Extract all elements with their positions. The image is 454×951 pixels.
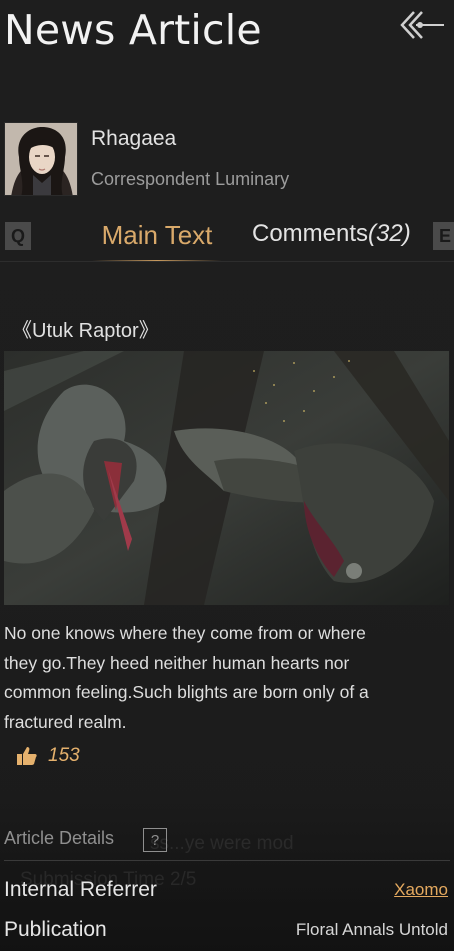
internal-referrer-link[interactable]: Xaomo	[394, 880, 448, 900]
avatar[interactable]	[4, 122, 78, 196]
tab-comments-label: Comments	[252, 220, 369, 247]
details-divider	[4, 860, 450, 861]
avatar-portrait	[5, 123, 77, 195]
publication-value: Floral Annals Untold	[295, 920, 448, 939]
like-count: 153	[48, 745, 80, 766]
like-button[interactable]: 153	[16, 745, 80, 767]
prev-tab-key-hint[interactable]: Q	[5, 222, 31, 250]
publication-label: Publication	[4, 918, 107, 941]
tab-main-text[interactable]: Main Text	[82, 220, 232, 262]
tab-divider	[0, 261, 454, 262]
details-title: Article Details	[4, 828, 115, 848]
page-title: News Article	[4, 6, 262, 54]
author-role: Correspondent Luminary	[91, 169, 290, 189]
next-tab-key-hint[interactable]: E	[433, 222, 454, 250]
help-icon[interactable]: ?	[143, 828, 167, 852]
creature-illustration	[4, 351, 449, 605]
article-heading: 《Utuk Raptor》	[12, 320, 159, 342]
author-name: Rhagaea	[91, 127, 177, 150]
news-article-screen: News Article Rhagaea Correspondent Lumin…	[0, 0, 454, 951]
tab-comments[interactable]: Comments(32)	[252, 220, 411, 260]
back-arrow-icon	[400, 11, 444, 39]
internal-referrer-label: Internal Referrer	[4, 878, 157, 901]
comments-count: (32)	[368, 220, 411, 247]
thumbs-up-icon	[17, 747, 37, 765]
article-body: No one knows where they come from or whe…	[4, 623, 369, 732]
article-image	[4, 351, 449, 605]
back-button[interactable]	[392, 6, 448, 44]
